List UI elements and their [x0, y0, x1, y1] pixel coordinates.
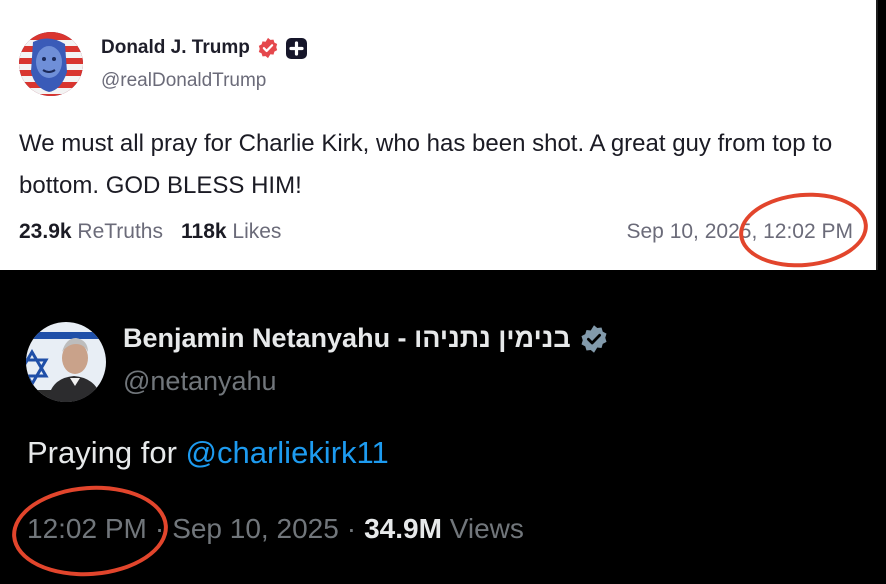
author-name-row: Benjamin Netanyahu - בנימין נתניהו: [123, 323, 609, 354]
likes-label: Likes: [232, 220, 282, 243]
avatar[interactable]: [26, 322, 106, 402]
post-text: Praying for: [27, 435, 186, 470]
author-handle[interactable]: @netanyahu: [123, 366, 277, 397]
mention-link[interactable]: @charliekirk11: [186, 435, 389, 470]
meta-separator: ·: [346, 513, 357, 544]
author-name-row: Donald J. Trump: [101, 37, 307, 59]
retruths-count: 23.9k: [19, 220, 72, 243]
author-name[interactable]: Benjamin Netanyahu - בנימין נתניהו: [123, 323, 571, 354]
views-count: 34.9M: [364, 513, 442, 544]
post-body: Praying for @charliekirk11: [27, 435, 389, 471]
post-body: We must all pray for Charlie Kirk, who h…: [19, 130, 833, 199]
avatar[interactable]: [19, 32, 83, 96]
retruths-label: ReTruths: [77, 220, 163, 243]
views-stat[interactable]: 34.9M Views: [364, 513, 524, 545]
views-label: Views: [449, 513, 524, 544]
plus-badge-icon: [285, 37, 307, 59]
author-handle[interactable]: @realDonaldTrump: [101, 70, 266, 92]
post-date[interactable]: Sep 10, 2025: [172, 513, 339, 545]
likes-stat[interactable]: 118k Likes: [181, 220, 281, 244]
likes-count: 118k: [181, 220, 227, 243]
retruths-stat[interactable]: 23.9k ReTruths: [19, 220, 163, 244]
author-name[interactable]: Donald J. Trump: [101, 37, 250, 59]
engagement-stats: 23.9k ReTruths 118k Likes: [19, 220, 281, 244]
verified-badge-icon: [579, 324, 609, 354]
verified-badge-icon: [257, 37, 279, 59]
